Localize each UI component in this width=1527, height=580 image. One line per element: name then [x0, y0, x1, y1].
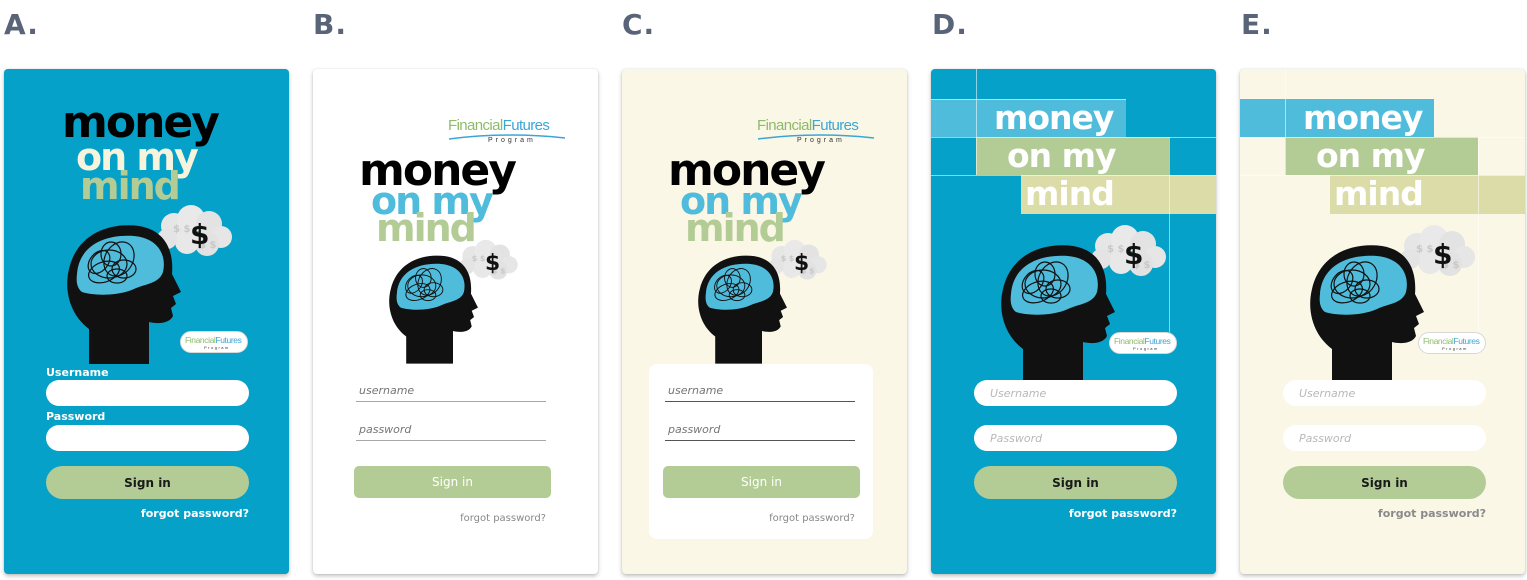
username-input[interactable] [356, 380, 546, 402]
variant-label-a: A. [4, 8, 39, 41]
username-input[interactable] [665, 380, 855, 402]
username-label: Username [46, 366, 109, 379]
head-illustration: $ $ $ $ $ [1310, 225, 1475, 384]
variant-label-d: D. [932, 8, 968, 41]
login-card-d: money on my mind $ $ $ $ $ FinancialFutu… [931, 69, 1216, 574]
password-input[interactable] [356, 419, 546, 441]
dollar-icon: $ [1433, 238, 1452, 271]
username-input[interactable] [1283, 380, 1486, 406]
head-illustration: $ $ $ $ $ [1001, 225, 1166, 384]
forgot-password-link[interactable]: forgot password? [114, 507, 249, 520]
username-input[interactable] [974, 380, 1177, 406]
password-input[interactable] [665, 419, 855, 441]
forgot-password-link[interactable]: forgot password? [722, 513, 855, 524]
password-label: Password [46, 410, 106, 423]
forgot-password-link[interactable]: forgot password? [1041, 507, 1177, 520]
login-card-e: money on my mind $ $ $ $ $ FinancialFutu… [1240, 69, 1525, 574]
dollar-icon: $ [190, 218, 209, 251]
dollar-icon: $ [794, 251, 809, 276]
login-card-b: FinancialFutures Program money on my min… [313, 69, 598, 574]
forgot-password-link[interactable]: forgot password? [1350, 507, 1486, 520]
grid-line [1285, 69, 1286, 175]
financial-futures-logo: FinancialFutures Program [180, 331, 248, 353]
headline-mind: mind [1334, 174, 1424, 213]
illustration-slot: $ $ $ $ $ [1292, 224, 1492, 388]
username-input[interactable] [46, 380, 249, 406]
financial-futures-logo: FinancialFutures Program [1418, 332, 1486, 354]
variant-label-c: C. [622, 8, 656, 41]
headline-on-my: on my [1316, 136, 1426, 175]
headline-money: money [1303, 98, 1423, 137]
illustration-slot: $ $ $ $ $ [375, 239, 531, 367]
svg-text:$ $: $ $ [781, 254, 795, 263]
illustration-slot: $ $ $ $ $ [684, 239, 840, 367]
svg-text:$ $: $ $ [1107, 244, 1124, 255]
login-card-a: money on my mind $ $ $ $ $ FinancialFutu… [4, 69, 289, 574]
svg-text:$ $: $ $ [173, 224, 190, 235]
variant-label-e: E. [1241, 8, 1273, 41]
dollar-icon: $ [1124, 238, 1143, 271]
dollar-icon: $ [485, 251, 500, 276]
forgot-password-link[interactable]: forgot password? [413, 513, 546, 524]
head-illustration: $ $ $ $ $ [389, 239, 518, 364]
sign-in-button[interactable]: Sign in [354, 466, 551, 498]
login-card-c: FinancialFutures Program money on my min… [622, 69, 907, 574]
headline-on-my: on my [1007, 136, 1117, 175]
sign-in-button[interactable]: Sign in [46, 466, 249, 499]
variant-label-b: B. [313, 8, 347, 41]
sign-in-button[interactable]: Sign in [1283, 466, 1486, 499]
headline-mind: mind [1025, 174, 1115, 213]
sign-in-button[interactable]: Sign in [974, 466, 1177, 499]
svg-text:$ $: $ $ [1416, 244, 1433, 255]
financial-futures-logo: FinancialFutures Program [1109, 332, 1177, 354]
password-input[interactable] [46, 425, 249, 451]
password-input[interactable] [974, 425, 1177, 451]
password-input[interactable] [1283, 425, 1486, 451]
headline-mind: mind [80, 164, 181, 208]
sign-in-button[interactable]: Sign in [663, 466, 860, 498]
grid-line [976, 69, 977, 175]
illustration-slot: $ $ $ $ $ [983, 224, 1183, 388]
headline-money: money [994, 98, 1114, 137]
svg-text:$ $: $ $ [472, 254, 486, 263]
head-illustration: $ $ $ $ $ [698, 239, 827, 364]
